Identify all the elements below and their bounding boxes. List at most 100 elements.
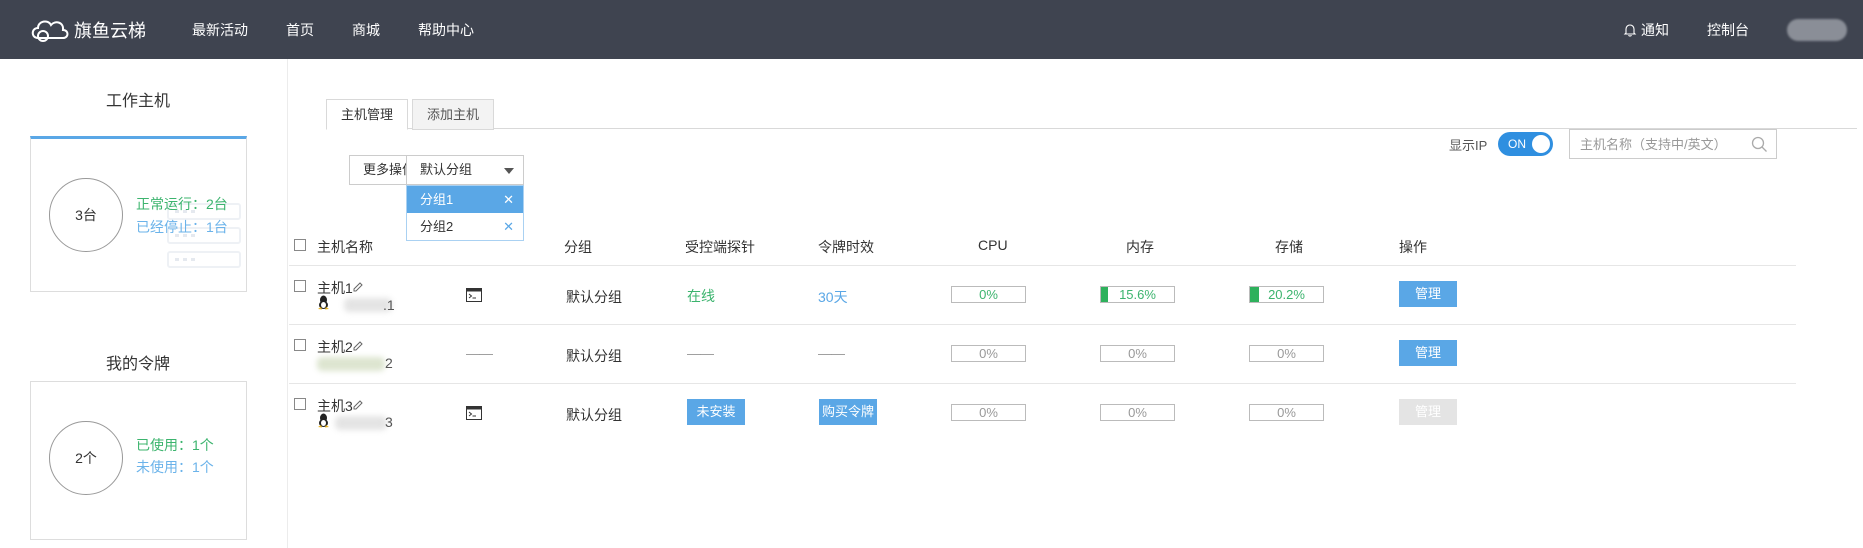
group-option-1[interactable]: 分组1 ✕: [407, 186, 523, 213]
usage-percent: 20.2%: [1268, 287, 1305, 302]
host-name: 主机2: [317, 339, 353, 355]
usage-percent: 0%: [979, 287, 998, 302]
ip-address-masked: [317, 357, 385, 371]
cpu-usage-bar: 0%: [951, 286, 1026, 303]
hosts-running-stat: 正常运行：2台: [136, 196, 228, 212]
col-header-actions: 操作: [1399, 239, 1427, 255]
caret-down-icon: [504, 168, 514, 174]
col-header-probe: 受控端探针: [685, 239, 755, 255]
token-validity: ——: [818, 345, 845, 361]
left-summary-column: 工作主机 3台 正常运行：2台 已经停止：1台 我的令牌 2个 已使用：1个 未…: [0, 59, 288, 548]
memory-usage-bar: 0%: [1100, 345, 1175, 362]
tokens-used-stat: 已使用：1个: [136, 437, 214, 453]
storage-usage-bar: 0%: [1249, 404, 1324, 421]
linux-icon: [318, 413, 329, 428]
divider: [289, 383, 1796, 384]
brand-logo[interactable]: 旗鱼云梯: [28, 14, 146, 46]
notify-label: 通知: [1641, 21, 1669, 38]
usage-percent: 0%: [1277, 346, 1296, 361]
row-group: 默认分组: [566, 289, 622, 305]
tab-host-management[interactable]: 主机管理: [326, 99, 409, 130]
hosts-panel-title: 工作主机: [105, 93, 170, 110]
notify-link[interactable]: 通知: [1623, 20, 1669, 40]
terminal-icon[interactable]: [466, 288, 482, 302]
top-right-area: 通知 控制台: [1623, 0, 1863, 59]
tokens-panel: 2个 已使用：1个 未使用：1个: [30, 381, 247, 540]
group-dropdown: 分组1 ✕ 分组2 ✕: [406, 185, 524, 241]
ip-address-suffix: 2: [385, 355, 393, 371]
remove-icon[interactable]: ✕: [503, 213, 514, 240]
row-checkbox[interactable]: [294, 398, 306, 410]
storage-usage-bar: 0%: [1249, 345, 1324, 362]
nav-item-home[interactable]: 首页: [286, 20, 314, 40]
linux-icon: [318, 295, 329, 310]
group-select[interactable]: 默认分组: [406, 155, 524, 185]
user-avatar[interactable]: [1787, 18, 1847, 41]
brand-name: 旗鱼云梯: [74, 21, 146, 41]
group-option-2[interactable]: 分组2 ✕: [407, 213, 523, 240]
col-header-token: 令牌时效: [818, 239, 874, 255]
show-ip-label: 显示IP: [1449, 138, 1488, 153]
remove-icon[interactable]: ✕: [503, 186, 514, 213]
tokens-panel-title: 我的令牌: [105, 356, 170, 373]
row-group: 默认分组: [566, 407, 622, 423]
main-content: 主机管理 添加主机 更多操作 默认分组 分组1 ✕ 分组2 ✕ 显示IP ON …: [289, 59, 1863, 548]
hosts-panel: 3台 正常运行：2台 已经停止：1台: [30, 136, 247, 292]
show-ip-toggle[interactable]: ON: [1498, 132, 1553, 156]
nav-item-activities[interactable]: 最新活动: [192, 20, 248, 40]
install-probe-button[interactable]: 未安装: [687, 399, 745, 425]
edit-icon[interactable]: [353, 282, 363, 292]
group-option-label: 分组1: [420, 192, 454, 207]
edit-icon[interactable]: [353, 341, 363, 351]
manage-button[interactable]: 管理: [1399, 340, 1457, 366]
edit-icon[interactable]: [353, 400, 363, 410]
probe-status: ——: [687, 345, 714, 361]
host-search-box: [1569, 129, 1777, 159]
usage-percent: 0%: [1277, 405, 1296, 420]
tokens-count-circle: 2个: [49, 421, 123, 495]
col-header-host-name: 主机名称: [317, 239, 373, 255]
ip-address-suffix: 3: [385, 414, 393, 430]
terminal-unavailable: ——: [466, 345, 493, 361]
bell-icon: [1623, 23, 1637, 37]
nav-item-help[interactable]: 帮助中心: [418, 20, 474, 40]
toggle-knob: [1532, 135, 1550, 153]
buy-token-button[interactable]: 购买令牌: [819, 399, 877, 425]
manage-button-disabled: 管理: [1399, 399, 1457, 425]
col-header-memory: 内存: [1126, 239, 1154, 255]
cpu-usage-bar: 0%: [951, 404, 1026, 421]
usage-percent: 0%: [1128, 405, 1147, 420]
row-checkbox[interactable]: [294, 280, 306, 292]
nav-item-store[interactable]: 商城: [352, 20, 380, 40]
ip-address-masked: [335, 416, 387, 430]
tab-bar: 主机管理 添加主机: [326, 99, 1857, 130]
group-select-label: 默认分组: [420, 162, 473, 177]
host-search-input[interactable]: [1570, 130, 1740, 158]
search-icon[interactable]: [1751, 136, 1768, 153]
console-link[interactable]: 控制台: [1707, 20, 1749, 40]
tab-add-host[interactable]: 添加主机: [412, 99, 495, 130]
storage-usage-bar: 20.2%: [1249, 286, 1324, 303]
terminal-icon[interactable]: [466, 406, 482, 420]
memory-usage-bar: 15.6%: [1100, 286, 1175, 303]
manage-button[interactable]: 管理: [1399, 281, 1457, 307]
ip-address-suffix: .1: [383, 297, 395, 313]
divider: [289, 265, 1796, 266]
row-group: 默认分组: [566, 348, 622, 364]
col-header-storage: 存储: [1275, 239, 1303, 255]
group-option-label: 分组2: [420, 219, 454, 234]
token-validity: 30天: [818, 289, 848, 305]
server-illustration: [167, 251, 241, 268]
usage-percent: 0%: [979, 405, 998, 420]
col-header-cpu: CPU: [978, 237, 1008, 253]
select-all-checkbox[interactable]: [294, 239, 306, 251]
usage-percent: 0%: [979, 346, 998, 361]
toggle-state-label: ON: [1508, 137, 1526, 151]
hosts-count-circle: 3台: [49, 178, 123, 252]
usage-percent: 15.6%: [1119, 287, 1156, 302]
row-checkbox[interactable]: [294, 339, 306, 351]
probe-status: 在线: [687, 288, 715, 304]
memory-usage-bar: 0%: [1100, 404, 1175, 421]
col-header-group: 分组: [564, 239, 592, 255]
cloud-logo-icon: [31, 20, 69, 42]
